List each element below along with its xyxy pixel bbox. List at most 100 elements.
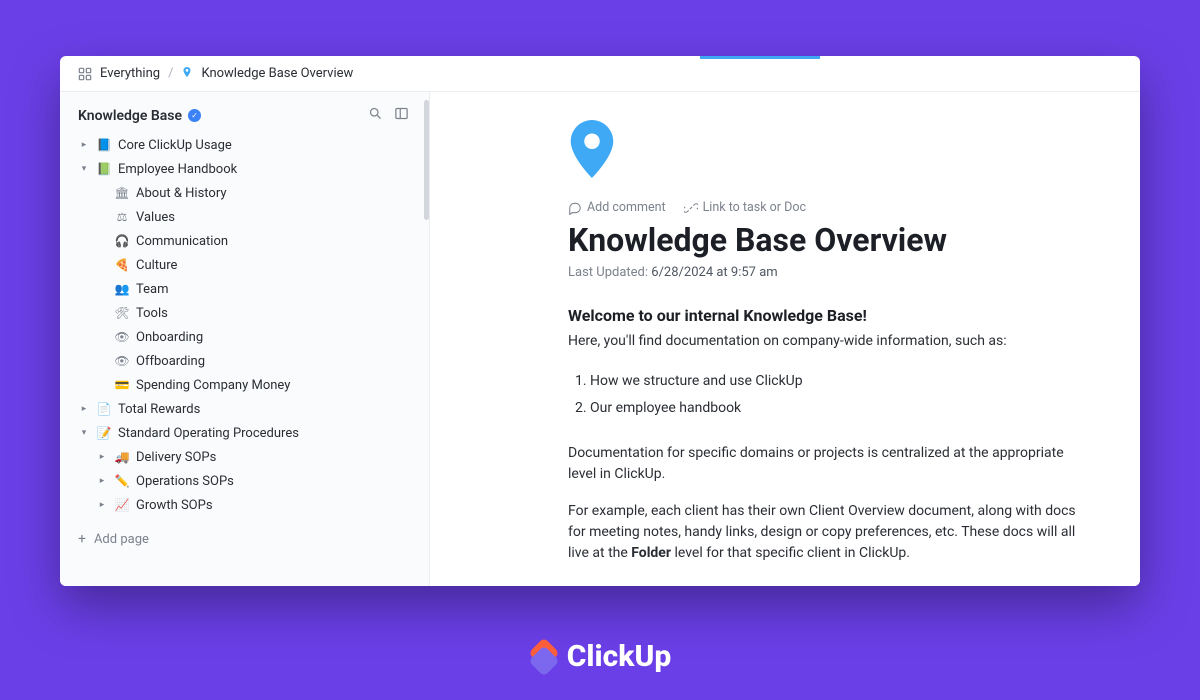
list-item: Our employee handbook (590, 395, 1090, 422)
sidebar-item-label: Team (136, 282, 169, 297)
breadcrumb: Everything / Knowledge Base Overview (60, 56, 1140, 92)
chevron-right-icon[interactable]: ▸ (96, 476, 108, 486)
sidebar-item[interactable]: ▾ 📝 Standard Operating Procedures (70, 421, 419, 445)
plus-icon: + (78, 531, 86, 547)
node-icon: 📘 (96, 138, 112, 152)
node-icon: 📄 (96, 402, 112, 416)
doc-paragraph: Here, you'll find documentation on compa… (568, 331, 1090, 352)
doc-bold: Folder (631, 545, 671, 561)
add-comment-button[interactable]: Add comment (568, 200, 666, 215)
chevron-right-icon[interactable]: ▸ (96, 452, 108, 462)
page-title: Knowledge Base Overview (568, 221, 1090, 259)
breadcrumb-separator: / (168, 66, 173, 81)
breadcrumb-current[interactable]: Knowledge Base Overview (201, 66, 353, 81)
sidebar-item[interactable]: ▸ ✏️ Operations SOPs (70, 469, 419, 493)
pin-icon (181, 66, 193, 81)
breadcrumb-root[interactable]: Everything (100, 66, 160, 81)
sidebar-item[interactable]: ▸🎧Communication (70, 229, 419, 253)
brand-footer: ClickUp (0, 639, 1200, 674)
node-icon: ✏️ (114, 474, 130, 488)
chevron-right-icon[interactable]: ▸ (78, 404, 90, 414)
sidebar-item-label: Standard Operating Procedures (118, 426, 299, 441)
sidebar-item[interactable]: ▸ 📄 Total Rewards (70, 397, 419, 421)
sidebar-item[interactable]: ▾ 📗 Employee Handbook (70, 157, 419, 181)
node-icon: 💳 (114, 378, 130, 392)
sidebar-item[interactable]: ▸ 📈 Growth SOPs (70, 493, 419, 517)
meta-value: 6/28/2024 at 9:57 am (651, 265, 777, 280)
sidebar-item[interactable]: ▸🍕Culture (70, 253, 419, 277)
doc-heading: Welcome to our internal Knowledge Base! (568, 306, 1090, 325)
sidebar-title: Knowledge Base (78, 108, 182, 124)
verified-badge-icon: ✓ (188, 109, 201, 122)
sidebar-item-label: Total Rewards (118, 402, 200, 417)
node-icon: ⚖ (114, 210, 130, 224)
sidebar-item[interactable]: ▸👁Offboarding (70, 349, 419, 373)
scrollbar[interactable] (424, 100, 429, 220)
sidebar-item-label: Values (136, 210, 175, 225)
meta-label: Last Updated: (568, 265, 648, 280)
doc-text: level for that specific client in ClickU… (671, 545, 910, 561)
link-task-label: Link to task or Doc (703, 200, 806, 215)
node-icon: 🍕 (114, 258, 130, 272)
sidebar-item-label: Tools (136, 306, 168, 321)
doc-meta: Last Updated: 6/28/2024 at 9:57 am (568, 265, 1090, 280)
sidebar-item[interactable]: ▸👁Onboarding (70, 325, 419, 349)
list-item: How we structure and use ClickUp (590, 368, 1090, 395)
add-comment-label: Add comment (587, 200, 666, 215)
add-page-label: Add page (94, 532, 149, 547)
sidebar-item-label: Culture (136, 258, 177, 273)
sidebar-item-label: Employee Handbook (118, 162, 237, 177)
chevron-down-icon[interactable]: ▾ (78, 164, 90, 174)
chevron-right-icon[interactable]: ▸ (78, 140, 90, 150)
sidebar-item[interactable]: ▸🛠Tools (70, 301, 419, 325)
body-split: Knowledge Base ✓ ▸ 📘 Core ClickUp Usage ▾ 📗 E… (60, 92, 1140, 586)
node-icon: 🚚 (114, 450, 130, 464)
doc-paragraph: For example, each client has their own C… (568, 501, 1090, 564)
add-page-button[interactable]: + Add page (60, 523, 429, 555)
sidebar-item-label: Delivery SOPs (136, 450, 216, 465)
chevron-right-icon[interactable]: ▸ (96, 500, 108, 510)
doc-paragraph: Documentation for specific domains or pr… (568, 443, 1090, 485)
node-icon: 📈 (114, 498, 130, 512)
link-task-button[interactable]: Link to task or Doc (684, 200, 806, 215)
node-icon: 👥 (114, 282, 130, 296)
sidebar-item-label: Spending Company Money (136, 378, 290, 393)
sidebar-item-label: About & History (136, 186, 227, 201)
sidebar-item-label: Growth SOPs (136, 498, 213, 513)
node-icon: 👁 (114, 354, 130, 368)
chevron-down-icon[interactable]: ▾ (78, 428, 90, 438)
top-accent-bar (700, 56, 820, 59)
comment-icon (568, 201, 582, 215)
main-document: Add comment Link to task or Doc Knowledg… (430, 92, 1140, 586)
doc-action-row: Add comment Link to task or Doc (568, 200, 1090, 215)
sidebar-header: Knowledge Base ✓ (60, 92, 429, 133)
sidebar-item-label: Core ClickUp Usage (118, 138, 232, 153)
sidebar-item-label: Onboarding (136, 330, 203, 345)
node-icon: 🏛 (114, 186, 130, 200)
search-icon[interactable] (365, 106, 385, 125)
sidebar-tree: ▸ 📘 Core ClickUp Usage ▾ 📗 Employee Handbook ▸… (60, 133, 429, 523)
sidebar-item-label: Offboarding (136, 354, 205, 369)
link-icon (684, 201, 698, 215)
node-icon: 🛠 (114, 306, 130, 320)
sidebar-item-label: Operations SOPs (136, 474, 234, 489)
node-icon: 👁 (114, 330, 130, 344)
sidebar-item-label: Communication (136, 234, 228, 249)
panel-toggle-icon[interactable] (391, 106, 411, 125)
sidebar-item[interactable]: ▸🏛About & History (70, 181, 419, 205)
sidebar-item[interactable]: ▸⚖Values (70, 205, 419, 229)
node-icon: 📗 (96, 162, 112, 176)
sidebar-item[interactable]: ▸👥Team (70, 277, 419, 301)
node-icon: 🎧 (114, 234, 130, 248)
app-window: Everything / Knowledge Base Overview Kno… (60, 56, 1140, 586)
grid-icon[interactable] (78, 67, 92, 81)
sidebar: Knowledge Base ✓ ▸ 📘 Core ClickUp Usage ▾ 📗 E… (60, 92, 430, 586)
sidebar-item[interactable]: ▸ 🚚 Delivery SOPs (70, 445, 419, 469)
node-icon: 📝 (96, 426, 112, 440)
sidebar-item[interactable]: ▸ 📘 Core ClickUp Usage (70, 133, 419, 157)
brand-name: ClickUp (567, 639, 671, 674)
hero-pin-icon (568, 120, 1090, 182)
brand-logo-icon (529, 642, 559, 672)
sidebar-item[interactable]: ▸💳Spending Company Money (70, 373, 419, 397)
doc-list: How we structure and use ClickUpOur empl… (590, 368, 1090, 421)
